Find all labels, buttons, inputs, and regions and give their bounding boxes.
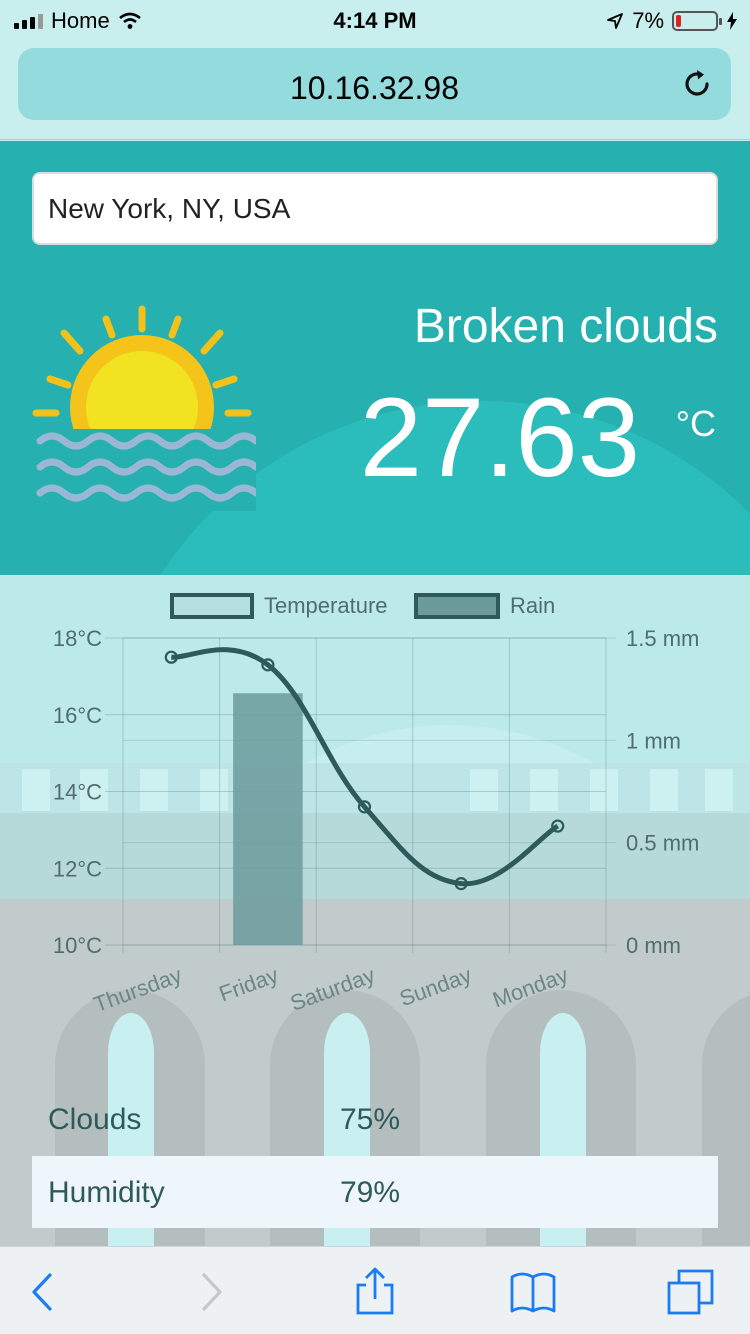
forecast-chart: 10°C 12°C 14°C 16°C 18°C 0 mm 0.5 mm 1 mm 1.5 mm… — [53, 593, 699, 1017]
browser-address-area: 10.16.32.98 — [0, 40, 750, 140]
clouds-value: 75% — [340, 1103, 401, 1136]
charging-bolt-icon — [727, 12, 737, 30]
y-right-tick-label: 1.5 mm — [626, 626, 699, 651]
x-tick-label: Monday — [489, 962, 571, 1012]
reload-icon[interactable] — [679, 66, 715, 102]
legend-temperature-swatch — [170, 593, 254, 619]
browser-toolbar — [0, 1246, 750, 1334]
location-input[interactable] — [32, 172, 718, 245]
x-tick-label: Friday — [216, 962, 282, 1006]
battery-icon — [672, 11, 722, 31]
y-left-tick-label: 12°C — [53, 856, 102, 881]
legend-temperature-label: Temperature — [264, 593, 388, 618]
clouds-row: Clouds 75% — [32, 1083, 718, 1155]
y-left-tick-label: 16°C — [53, 703, 102, 728]
temperature-unit: °C — [675, 403, 716, 444]
status-right: 7% — [606, 8, 738, 34]
rain-bar — [233, 693, 303, 945]
forecast-section: 10°C 12°C 14°C 16°C 18°C 0 mm 0.5 mm 1 mm 1.5 mm… — [0, 575, 750, 1246]
sun-over-waves-icon — [28, 305, 256, 511]
y-right-tick-label: 0.5 mm — [626, 831, 699, 856]
y-left-tick-label: 14°C — [53, 780, 102, 805]
url-text[interactable]: 10.16.32.98 — [18, 70, 731, 107]
x-tick-label: Thursday — [90, 962, 185, 1017]
tabs-icon[interactable] — [666, 1267, 716, 1317]
humidity-value: 79% — [340, 1176, 401, 1209]
status-bar: Home 4:14 PM 7% — [0, 0, 750, 40]
back-icon[interactable] — [18, 1267, 68, 1317]
y-right-tick-label: 0 mm — [626, 933, 681, 958]
x-tick-label: Saturday — [287, 962, 378, 1016]
battery-percent: 7% — [632, 8, 664, 33]
share-icon[interactable] — [350, 1267, 400, 1317]
address-bar[interactable]: 10.16.32.98 — [18, 48, 731, 120]
forward-icon[interactable] — [186, 1267, 236, 1317]
weather-header: Broken clouds 27.63 °C — [0, 141, 750, 575]
x-tick-label: Sunday — [396, 962, 475, 1011]
temperature-line — [171, 647, 560, 887]
legend-rain-label: Rain — [510, 593, 555, 618]
bookmarks-icon[interactable] — [508, 1267, 558, 1317]
legend-rain-swatch — [414, 593, 500, 619]
humidity-label: Humidity — [48, 1176, 165, 1209]
location-arrow-icon — [607, 13, 624, 29]
clouds-label: Clouds — [48, 1103, 142, 1136]
weather-condition: Broken clouds — [413, 300, 718, 353]
y-right-tick-label: 1 mm — [626, 728, 681, 753]
humidity-row: Humidity 79% — [32, 1156, 718, 1228]
temperature-value: 27.63 — [359, 375, 640, 500]
y-left-tick-label: 18°C — [53, 626, 102, 651]
y-left-tick-label: 10°C — [53, 933, 102, 958]
